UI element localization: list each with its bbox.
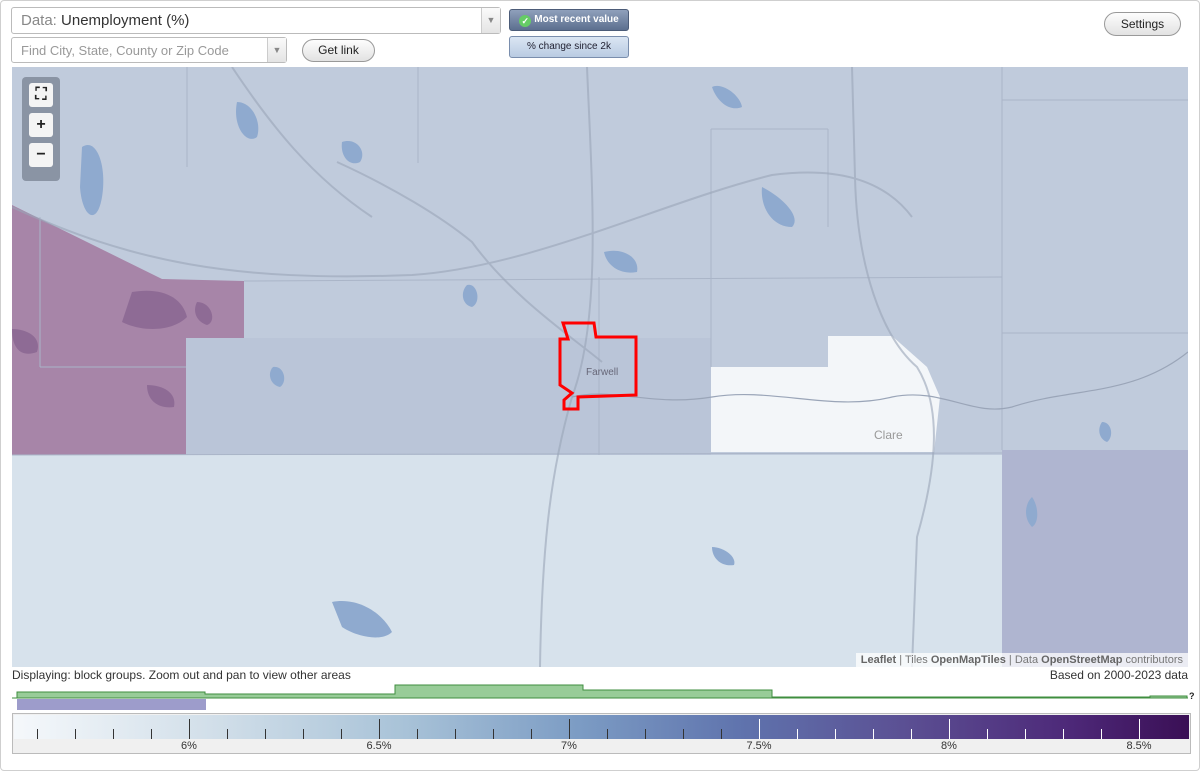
minor-tick bbox=[455, 729, 456, 739]
minor-tick bbox=[1025, 729, 1026, 739]
color-scale-legend: 6% 6.5% 7% 7.5% 8% 8.5% bbox=[12, 713, 1191, 754]
data-suffix: contributors bbox=[1125, 654, 1183, 666]
map[interactable]: Farwell Clare ⛶ + − Leaflet | Tiles Open… bbox=[12, 67, 1188, 667]
major-tick bbox=[379, 719, 380, 739]
search-input[interactable] bbox=[12, 38, 270, 62]
get-link-button[interactable]: Get link bbox=[302, 39, 375, 62]
tick-label: 6.5% bbox=[366, 740, 392, 752]
minor-tick bbox=[341, 729, 342, 739]
display-note: Displaying: block groups. Zoom out and p… bbox=[12, 668, 351, 682]
openstreetmap-link[interactable]: OpenStreetMap bbox=[1041, 654, 1122, 666]
histogram-marker: ? bbox=[1189, 691, 1194, 701]
place-label-farwell: Farwell bbox=[586, 367, 618, 378]
zoom-control: ⛶ + − bbox=[22, 77, 60, 181]
pct-change-toggle[interactable]: % change since 2k bbox=[509, 36, 629, 58]
minor-tick bbox=[303, 729, 304, 739]
major-tick bbox=[1139, 719, 1140, 739]
color-gradient bbox=[14, 715, 1189, 739]
histogram-bars bbox=[16, 684, 1188, 699]
data-select-value: Unemployment (%) bbox=[61, 12, 190, 29]
location-search[interactable]: ▼ bbox=[11, 37, 287, 63]
data-select[interactable]: Data: Unemployment (%) ▼ bbox=[11, 7, 501, 34]
chevron-down-icon[interactable]: ▼ bbox=[481, 8, 500, 33]
minor-tick bbox=[835, 729, 836, 739]
minor-tick bbox=[37, 729, 38, 739]
tick-label: 7.5% bbox=[746, 740, 772, 752]
minor-tick bbox=[417, 729, 418, 739]
leaflet-link[interactable]: Leaflet bbox=[861, 654, 896, 666]
settings-button[interactable]: Settings bbox=[1104, 12, 1181, 36]
check-icon: ✓ bbox=[519, 15, 532, 27]
minor-tick bbox=[493, 729, 494, 739]
minor-tick bbox=[911, 729, 912, 739]
selected-range-bar bbox=[17, 699, 206, 710]
minor-tick bbox=[151, 729, 152, 739]
chevron-down-icon[interactable]: ▼ bbox=[267, 38, 286, 62]
data-select-label: Data: bbox=[21, 12, 57, 29]
tiles-prefix: Tiles bbox=[904, 654, 928, 666]
place-label-clare: Clare bbox=[874, 428, 903, 442]
data-prefix: Data bbox=[1014, 654, 1039, 666]
map-attribution: Leaflet | Tiles OpenMapTiles | Data Open… bbox=[855, 653, 1188, 667]
minus-icon[interactable]: − bbox=[29, 143, 53, 167]
map-canvas: Farwell Clare bbox=[12, 67, 1188, 667]
value-histogram: ? bbox=[12, 684, 1194, 710]
minor-tick bbox=[1101, 729, 1102, 739]
minor-tick bbox=[531, 729, 532, 739]
minor-tick bbox=[683, 729, 684, 739]
minor-tick bbox=[265, 729, 266, 739]
most-recent-value-toggle[interactable]: ✓ Most recent value bbox=[509, 9, 629, 31]
most-recent-value-label: Most recent value bbox=[534, 14, 619, 25]
minor-tick bbox=[1063, 729, 1064, 739]
minor-tick bbox=[987, 729, 988, 739]
tick-label: 7% bbox=[561, 740, 577, 752]
minor-tick bbox=[75, 729, 76, 739]
based-on-note: Based on 2000-2023 data bbox=[1049, 668, 1188, 682]
fullscreen-icon[interactable]: ⛶ bbox=[29, 83, 53, 107]
openmaptiles-link[interactable]: OpenMapTiles bbox=[931, 654, 1006, 666]
minor-tick bbox=[873, 729, 874, 739]
major-tick bbox=[949, 719, 950, 739]
minor-tick bbox=[227, 729, 228, 739]
tick-label: 8% bbox=[941, 740, 957, 752]
minor-tick bbox=[645, 729, 646, 739]
pct-change-label: % change since 2k bbox=[527, 41, 611, 52]
minor-tick bbox=[721, 729, 722, 739]
major-tick bbox=[759, 719, 760, 739]
tick-label: 8.5% bbox=[1126, 740, 1152, 752]
minor-tick bbox=[607, 729, 608, 739]
plus-icon[interactable]: + bbox=[29, 113, 53, 137]
minor-tick bbox=[797, 729, 798, 739]
tick-label: 6% bbox=[181, 740, 197, 752]
major-tick bbox=[569, 719, 570, 739]
minor-tick bbox=[113, 729, 114, 739]
major-tick bbox=[189, 719, 190, 739]
region-southeast bbox=[1002, 450, 1188, 667]
